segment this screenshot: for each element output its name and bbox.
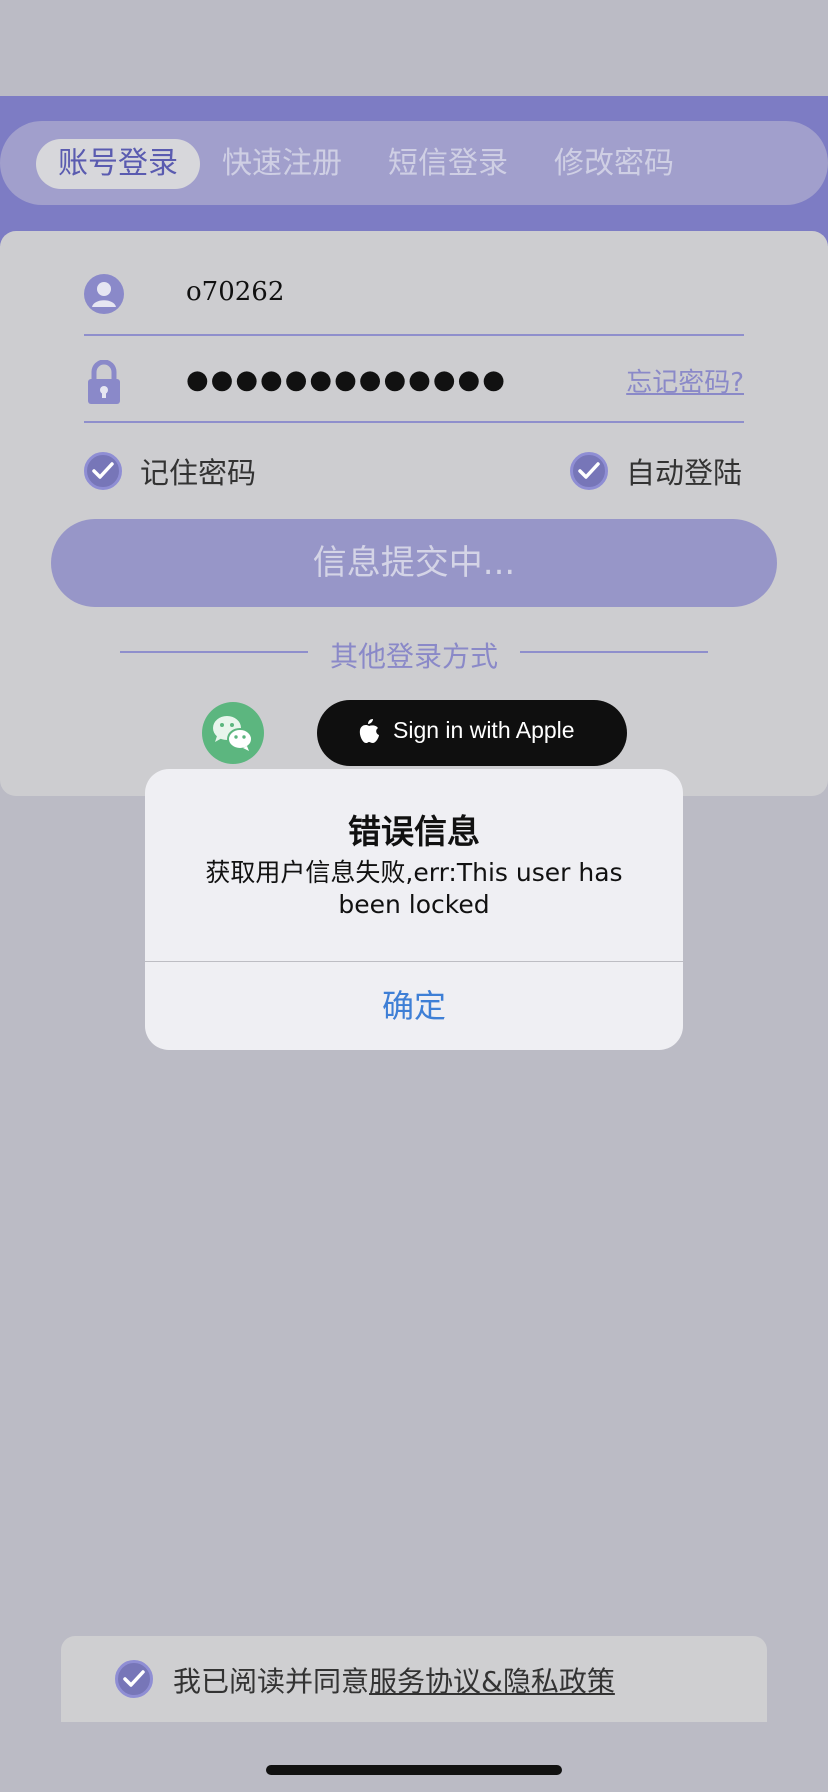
agreement-text: 我已阅读并同意服务协议&隐私政策 (173, 1660, 615, 1700)
username-underline (84, 334, 744, 336)
lock-icon (88, 360, 120, 404)
tab-sms-login[interactable]: 短信登录 (378, 139, 518, 189)
checkmark-icon (578, 462, 600, 479)
other-login-label: 其他登录方式 (329, 640, 498, 673)
remember-password-checkbox[interactable] (84, 452, 122, 490)
home-indicator (266, 1765, 562, 1775)
tab-quick-register[interactable]: 快速注册 (212, 139, 352, 189)
alert-confirm-button[interactable]: 确定 (145, 962, 683, 1050)
apple-icon (359, 719, 379, 743)
password-underline (84, 421, 744, 423)
agreement-bar: 我已阅读并同意服务协议&隐私政策 (61, 1636, 767, 1722)
tab-bar: 账号登录 快速注册 短信登录 修改密码 (0, 121, 828, 205)
alert-message: 获取用户信息失败,err:This user has been locked (205, 858, 623, 919)
agreement-policy-link[interactable]: 服务协议&隐私政策 (369, 1665, 615, 1698)
wechat-login-button[interactable] (202, 702, 264, 764)
checkmark-icon (92, 462, 114, 479)
agreement-checkbox[interactable] (115, 1660, 153, 1698)
wechat-icon (213, 716, 253, 751)
checkmark-icon (123, 1670, 145, 1687)
apple-signin-label: Sign in with Apple (393, 717, 575, 743)
submit-button[interactable]: 信息提交中... (51, 519, 777, 607)
auto-login-label: 自动登陆 (626, 456, 743, 490)
remember-password-label: 记住密码 (140, 456, 257, 490)
agreement-prefix: 我已阅读并同意 (173, 1665, 370, 1698)
apple-signin-button[interactable]: Sign in with Apple (317, 700, 627, 766)
forgot-password-link[interactable]: 忘记密码? (626, 362, 744, 399)
tab-account-login[interactable]: 账号登录 (36, 139, 200, 189)
auto-login-checkbox[interactable] (570, 452, 608, 490)
password-input[interactable]: ●●●●●●●●●●●●● (186, 365, 507, 395)
tab-change-password[interactable]: 修改密码 (544, 139, 684, 189)
alert-title: 错误信息 (348, 812, 480, 851)
error-alert-dialog: 错误信息 获取用户信息失败,err:This user has been loc… (145, 769, 683, 1050)
user-icon (84, 274, 124, 314)
username-input[interactable]: o70262 (186, 277, 284, 307)
